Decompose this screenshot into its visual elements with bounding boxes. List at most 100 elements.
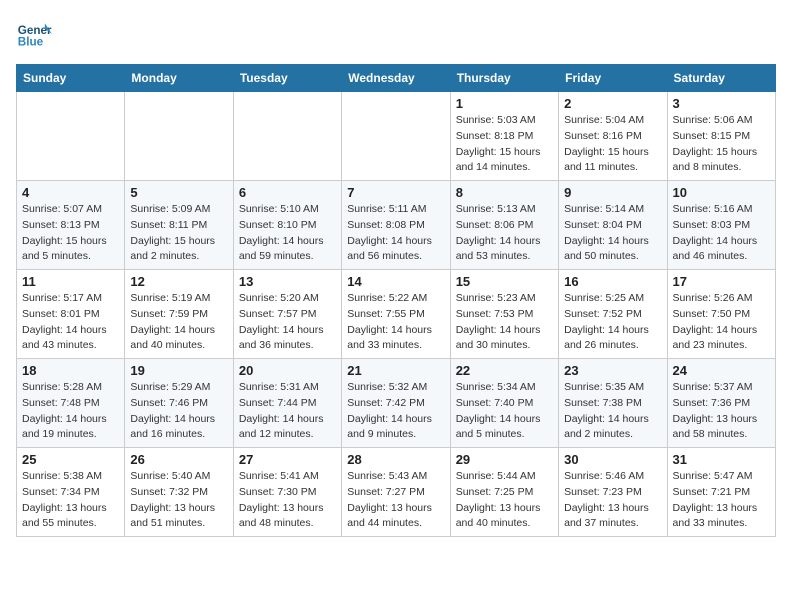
day-info: Sunrise: 5:46 AM Sunset: 7:23 PM Dayligh…	[564, 469, 661, 532]
day-info: Sunrise: 5:11 AM Sunset: 8:08 PM Dayligh…	[347, 202, 444, 265]
day-info: Sunrise: 5:29 AM Sunset: 7:46 PM Dayligh…	[130, 380, 227, 443]
day-number: 26	[130, 452, 227, 467]
day-number: 3	[673, 96, 770, 111]
day-info: Sunrise: 5:22 AM Sunset: 7:55 PM Dayligh…	[347, 291, 444, 354]
calendar-table: SundayMondayTuesdayWednesdayThursdayFrid…	[16, 64, 776, 537]
calendar-header-row: SundayMondayTuesdayWednesdayThursdayFrid…	[17, 65, 776, 92]
day-number: 7	[347, 185, 444, 200]
calendar-day-cell: 22 Sunrise: 5:34 AM Sunset: 7:40 PM Dayli…	[450, 359, 558, 448]
calendar-day-cell: 1 Sunrise: 5:03 AM Sunset: 8:18 PM Daylig…	[450, 92, 558, 181]
day-info: Sunrise: 5:38 AM Sunset: 7:34 PM Dayligh…	[22, 469, 119, 532]
calendar-day-cell: 30 Sunrise: 5:46 AM Sunset: 7:23 PM Dayli…	[559, 448, 667, 537]
day-info: Sunrise: 5:13 AM Sunset: 8:06 PM Dayligh…	[456, 202, 553, 265]
calendar-day-cell	[17, 92, 125, 181]
day-info: Sunrise: 5:23 AM Sunset: 7:53 PM Dayligh…	[456, 291, 553, 354]
day-info: Sunrise: 5:41 AM Sunset: 7:30 PM Dayligh…	[239, 469, 336, 532]
calendar-day-cell: 14Sunrise: 5:22 AM Sunset: 7:55 PM Dayli…	[342, 270, 450, 359]
calendar-day-cell: 25 Sunrise: 5:38 AM Sunset: 7:34 PM Dayli…	[17, 448, 125, 537]
calendar-day-cell: 13 Sunrise: 5:20 AM Sunset: 7:57 PM Dayli…	[233, 270, 341, 359]
day-number: 20	[239, 363, 336, 378]
weekday-header-tuesday: Tuesday	[233, 65, 341, 92]
day-number: 10	[673, 185, 770, 200]
logo-icon: General Blue	[16, 16, 52, 52]
day-number: 27	[239, 452, 336, 467]
calendar-day-cell: 21 Sunrise: 5:32 AM Sunset: 7:42 PM Dayli…	[342, 359, 450, 448]
calendar-day-cell: 24 Sunrise: 5:37 AM Sunset: 7:36 PM Dayli…	[667, 359, 775, 448]
calendar-day-cell: 16Sunrise: 5:25 AM Sunset: 7:52 PM Dayli…	[559, 270, 667, 359]
calendar-day-cell: 3 Sunrise: 5:06 AM Sunset: 8:15 PM Daylig…	[667, 92, 775, 181]
day-number: 18	[22, 363, 119, 378]
day-number: 8	[456, 185, 553, 200]
weekday-header-thursday: Thursday	[450, 65, 558, 92]
day-number: 17	[673, 274, 770, 289]
calendar-day-cell: 17 Sunrise: 5:26 AM Sunset: 7:50 PM Dayli…	[667, 270, 775, 359]
day-info: Sunrise: 5:47 AM Sunset: 7:21 PM Dayligh…	[673, 469, 770, 532]
day-info: Sunrise: 5:34 AM Sunset: 7:40 PM Dayligh…	[456, 380, 553, 443]
day-info: Sunrise: 5:37 AM Sunset: 7:36 PM Dayligh…	[673, 380, 770, 443]
day-info: Sunrise: 5:32 AM Sunset: 7:42 PM Dayligh…	[347, 380, 444, 443]
calendar-week-row: 1 Sunrise: 5:03 AM Sunset: 8:18 PM Daylig…	[17, 92, 776, 181]
day-info: Sunrise: 5:44 AM Sunset: 7:25 PM Dayligh…	[456, 469, 553, 532]
day-info: Sunrise: 5:09 AM Sunset: 8:11 PM Dayligh…	[130, 202, 227, 265]
calendar-day-cell: 29 Sunrise: 5:44 AM Sunset: 7:25 PM Dayli…	[450, 448, 558, 537]
day-info: Sunrise: 5:06 AM Sunset: 8:15 PM Dayligh…	[673, 113, 770, 176]
day-number: 22	[456, 363, 553, 378]
calendar-week-row: 18 Sunrise: 5:28 AM Sunset: 7:48 PM Dayli…	[17, 359, 776, 448]
calendar-day-cell: 10 Sunrise: 5:16 AM Sunset: 8:03 PM Dayli…	[667, 181, 775, 270]
calendar-day-cell: 4 Sunrise: 5:07 AM Sunset: 8:13 PM Daylig…	[17, 181, 125, 270]
day-number: 15	[456, 274, 553, 289]
day-number: 19	[130, 363, 227, 378]
calendar-day-cell	[233, 92, 341, 181]
calendar-day-cell: 23Sunrise: 5:35 AM Sunset: 7:38 PM Dayli…	[559, 359, 667, 448]
calendar-day-cell: 18 Sunrise: 5:28 AM Sunset: 7:48 PM Dayli…	[17, 359, 125, 448]
day-number: 4	[22, 185, 119, 200]
day-info: Sunrise: 5:19 AM Sunset: 7:59 PM Dayligh…	[130, 291, 227, 354]
day-number: 31	[673, 452, 770, 467]
day-number: 25	[22, 452, 119, 467]
day-info: Sunrise: 5:31 AM Sunset: 7:44 PM Dayligh…	[239, 380, 336, 443]
day-info: Sunrise: 5:25 AM Sunset: 7:52 PM Dayligh…	[564, 291, 661, 354]
day-number: 28	[347, 452, 444, 467]
day-number: 12	[130, 274, 227, 289]
day-info: Sunrise: 5:03 AM Sunset: 8:18 PM Dayligh…	[456, 113, 553, 176]
calendar-day-cell: 12 Sunrise: 5:19 AM Sunset: 7:59 PM Dayli…	[125, 270, 233, 359]
calendar-day-cell: 31 Sunrise: 5:47 AM Sunset: 7:21 PM Dayli…	[667, 448, 775, 537]
day-number: 13	[239, 274, 336, 289]
weekday-header-wednesday: Wednesday	[342, 65, 450, 92]
day-number: 6	[239, 185, 336, 200]
day-info: Sunrise: 5:20 AM Sunset: 7:57 PM Dayligh…	[239, 291, 336, 354]
day-number: 24	[673, 363, 770, 378]
calendar-day-cell: 28Sunrise: 5:43 AM Sunset: 7:27 PM Dayli…	[342, 448, 450, 537]
day-info: Sunrise: 5:28 AM Sunset: 7:48 PM Dayligh…	[22, 380, 119, 443]
day-info: Sunrise: 5:10 AM Sunset: 8:10 PM Dayligh…	[239, 202, 336, 265]
calendar-day-cell	[125, 92, 233, 181]
day-number: 1	[456, 96, 553, 111]
calendar-day-cell: 6 Sunrise: 5:10 AM Sunset: 8:10 PM Daylig…	[233, 181, 341, 270]
day-number: 2	[564, 96, 661, 111]
day-number: 29	[456, 452, 553, 467]
day-info: Sunrise: 5:17 AM Sunset: 8:01 PM Dayligh…	[22, 291, 119, 354]
calendar-day-cell: 26Sunrise: 5:40 AM Sunset: 7:32 PM Dayli…	[125, 448, 233, 537]
day-info: Sunrise: 5:07 AM Sunset: 8:13 PM Dayligh…	[22, 202, 119, 265]
calendar-day-cell: 8 Sunrise: 5:13 AM Sunset: 8:06 PM Daylig…	[450, 181, 558, 270]
day-info: Sunrise: 5:26 AM Sunset: 7:50 PM Dayligh…	[673, 291, 770, 354]
calendar-day-cell: 20 Sunrise: 5:31 AM Sunset: 7:44 PM Dayli…	[233, 359, 341, 448]
day-info: Sunrise: 5:16 AM Sunset: 8:03 PM Dayligh…	[673, 202, 770, 265]
weekday-header-monday: Monday	[125, 65, 233, 92]
day-number: 30	[564, 452, 661, 467]
calendar-week-row: 11Sunrise: 5:17 AM Sunset: 8:01 PM Dayli…	[17, 270, 776, 359]
day-number: 9	[564, 185, 661, 200]
weekday-header-friday: Friday	[559, 65, 667, 92]
svg-text:Blue: Blue	[18, 36, 44, 49]
calendar-day-cell: 27 Sunrise: 5:41 AM Sunset: 7:30 PM Dayli…	[233, 448, 341, 537]
calendar-day-cell: 2Sunrise: 5:04 AM Sunset: 8:16 PM Daylig…	[559, 92, 667, 181]
day-number: 5	[130, 185, 227, 200]
calendar-day-cell	[342, 92, 450, 181]
day-number: 21	[347, 363, 444, 378]
calendar-week-row: 4 Sunrise: 5:07 AM Sunset: 8:13 PM Daylig…	[17, 181, 776, 270]
calendar-day-cell: 9Sunrise: 5:14 AM Sunset: 8:04 PM Daylig…	[559, 181, 667, 270]
calendar-day-cell: 15 Sunrise: 5:23 AM Sunset: 7:53 PM Dayli…	[450, 270, 558, 359]
logo: General Blue	[16, 16, 56, 52]
calendar-day-cell: 5 Sunrise: 5:09 AM Sunset: 8:11 PM Daylig…	[125, 181, 233, 270]
day-info: Sunrise: 5:35 AM Sunset: 7:38 PM Dayligh…	[564, 380, 661, 443]
